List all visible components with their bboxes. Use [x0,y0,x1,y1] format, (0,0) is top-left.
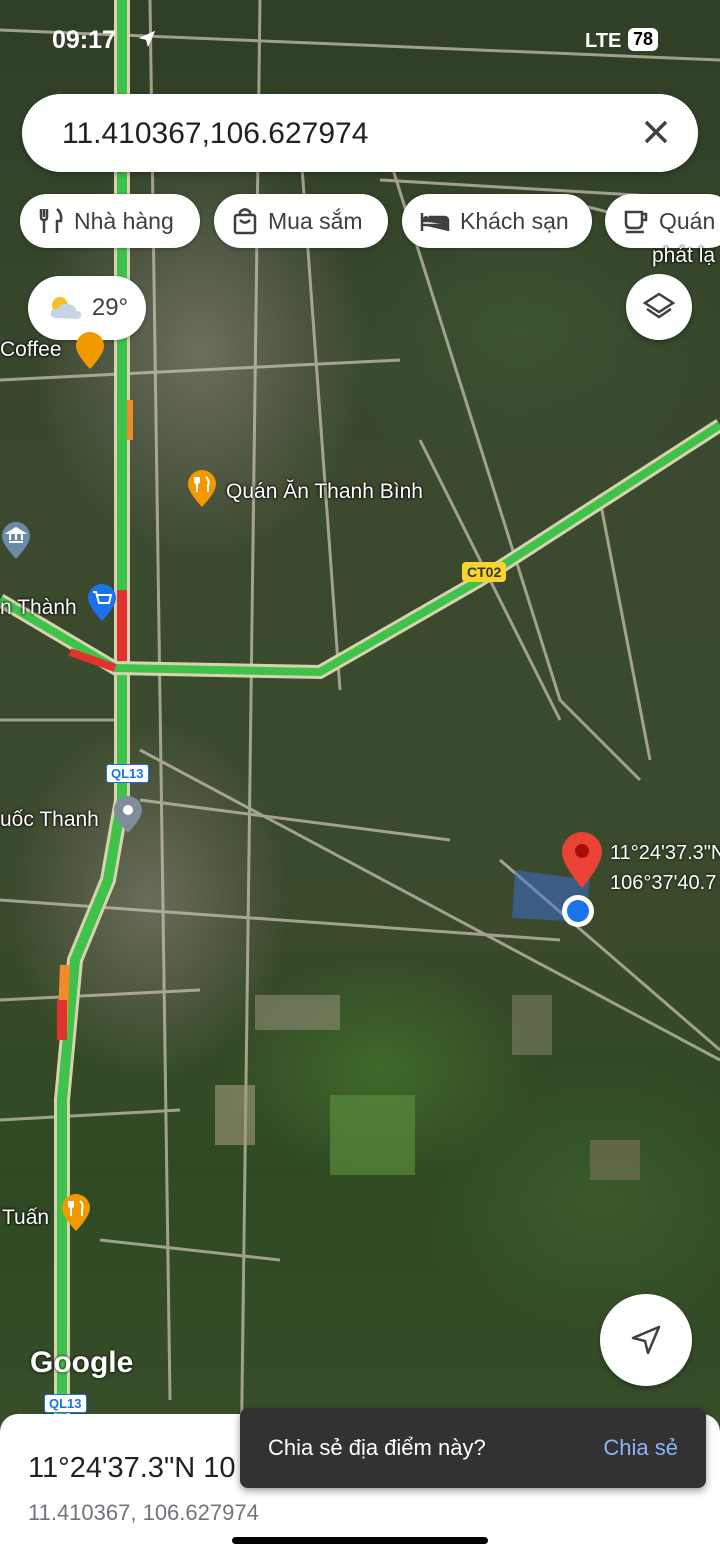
search-input[interactable]: 11.410367,106.627974 [62,117,368,151]
shopping-pin-icon[interactable] [86,584,118,622]
chip-shopping[interactable]: Mua sắm [214,194,388,248]
share-snackbar: Chia sẻ địa điểm này? Chia sẻ [240,1408,706,1488]
restaurant-pin-icon[interactable] [186,470,218,508]
my-location-dot [562,895,594,927]
road-shield-ql13: QL13 [106,764,149,783]
map-label-quoc-thanh: uốc Thanh [0,808,99,831]
layers-icon [642,292,676,319]
map-label-coffee: Coffee [0,338,62,361]
map-label-phat-lap: phát lạ [652,244,716,267]
bed-icon [420,213,450,231]
battery-level: 78 [628,28,659,51]
chip-label: Quán [659,207,716,234]
road-shield-ql13: QL13 [44,1394,87,1413]
google-logo: Google [30,1346,134,1379]
share-button[interactable]: Chia sẻ [603,1435,678,1461]
partly-sunny-icon [50,297,81,319]
map-label-thanh: n Thành [0,596,77,619]
chip-cafes[interactable]: Quán [605,194,720,248]
network-type: LTE [585,30,622,52]
chip-label: Mua sắm [268,207,363,234]
map-label-tuan: Tuấn [2,1206,50,1229]
landmark-pin-icon[interactable] [0,522,32,560]
road-shield-ct02: CT02 [462,562,507,582]
place-pin-icon[interactable] [112,796,144,834]
place-coordinates: 11.410367, 106.627974 [28,1500,259,1525]
restaurant-pin-icon[interactable] [60,1194,92,1232]
pin-label-lng: 106°37'40.7 [610,872,717,894]
snackbar-message: Chia sẻ địa điểm này? [268,1435,486,1460]
my-location-button[interactable] [600,1294,692,1386]
status-bar: 09:17 LTE 78 [0,22,720,62]
shopping-bag-icon [233,208,257,235]
navigation-arrow-icon [631,1325,661,1355]
weather-temperature: 29° [91,294,129,321]
cafe-pin-icon[interactable] [74,332,106,370]
place-title: 11°24'37.3"N 10 [28,1452,236,1484]
chip-label: Nhà hàng [74,207,174,234]
pin-label-lat: 11°24'37.3"N [610,842,720,864]
map-label-quan-an: Quán Ăn Thanh Bình [226,480,423,503]
close-icon[interactable] [638,114,674,150]
chip-hotels[interactable]: Khách sạn [402,194,592,248]
layers-button[interactable] [626,274,692,340]
dropped-pin-icon[interactable] [560,830,604,890]
location-arrow-icon [138,30,156,48]
fork-knife-icon [39,208,63,233]
home-indicator[interactable] [232,1537,488,1544]
chip-label: Khách sạn [460,207,569,234]
weather-badge[interactable]: 29° [28,276,146,340]
search-bar[interactable]: 11.410367,106.627974 [22,94,698,172]
coffee-cup-icon [624,210,648,234]
chip-restaurants[interactable]: Nhà hàng [20,194,200,248]
status-time: 09:17 [52,26,116,54]
